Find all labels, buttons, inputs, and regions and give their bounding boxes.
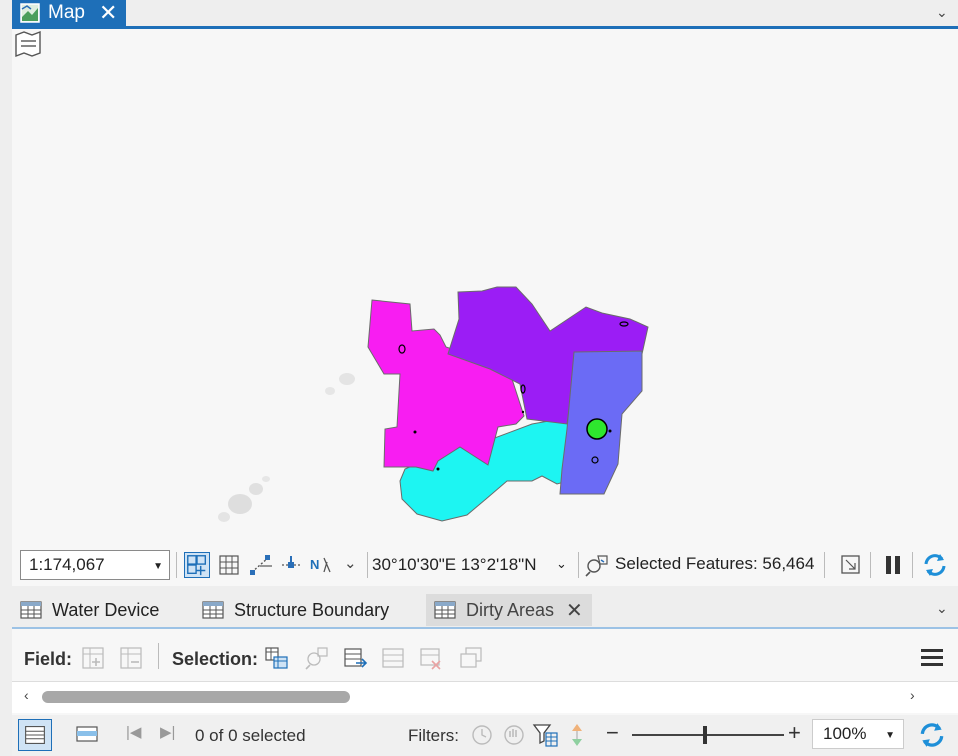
close-icon[interactable]: ✕ — [99, 2, 117, 24]
pause-icon[interactable] — [880, 552, 906, 578]
divider — [824, 552, 825, 578]
delete-selected-icon[interactable] — [418, 645, 444, 671]
last-record-icon[interactable]: ▶| — [160, 723, 175, 741]
range-filter-icon[interactable] — [502, 723, 526, 747]
chevron-down-icon[interactable]: ⌄ — [344, 554, 357, 572]
zoom-out-button[interactable]: − — [606, 720, 619, 746]
filters-label: Filters: — [408, 726, 459, 745]
snapping-grid-icon[interactable] — [184, 552, 210, 578]
map-canvas — [218, 286, 649, 522]
divider — [176, 552, 177, 578]
tab-water-device[interactable]: Water Device — [12, 594, 182, 626]
time-filter-icon[interactable] — [470, 723, 494, 747]
tab-dirty-areas[interactable]: Dirty Areas ✕ — [426, 594, 592, 626]
selected-features-count: Selected Features: 56,464 — [615, 554, 815, 573]
first-record-icon[interactable]: |◀ — [126, 723, 141, 741]
zoom-in-button[interactable]: + — [788, 720, 801, 746]
zoom-slider-handle[interactable] — [703, 726, 707, 744]
dropdown-arrow-icon: ▼ — [153, 561, 163, 572]
clear-selection-icon[interactable] — [380, 645, 406, 671]
table-icon — [434, 601, 456, 619]
table-tab-strip: Water Device Structure Boundary Dirty Ar… — [0, 592, 958, 626]
sort-arrows-icon[interactable] — [568, 721, 586, 749]
close-icon[interactable]: ✕ — [566, 598, 583, 623]
map-extent-icon[interactable] — [838, 552, 864, 578]
table-icon — [202, 601, 224, 619]
table-toolbar: Field: Selection: — [12, 633, 958, 679]
green-point-feature — [586, 418, 608, 440]
document-tab-strip: Map ✕ ⌄ — [0, 0, 958, 28]
scroll-left-icon[interactable]: ‹ — [24, 687, 29, 703]
scale-dropdown[interactable]: 1:174,067 ▼ — [20, 550, 170, 580]
filter-by-extent-icon[interactable] — [532, 721, 560, 749]
map-tab-label: Map — [48, 2, 85, 23]
add-field-icon[interactable] — [80, 645, 106, 671]
legend-icon[interactable] — [12, 29, 44, 57]
zoom-to-selection-icon[interactable] — [584, 552, 610, 578]
coordinate-format-dropdown[interactable]: ⌄ — [556, 556, 567, 572]
divider — [870, 552, 871, 578]
divider — [578, 552, 579, 578]
map-tab[interactable]: Map ✕ — [12, 0, 126, 26]
chevron-down-icon[interactable]: ⌄ — [936, 600, 948, 617]
divider — [912, 552, 913, 578]
show-all-records-icon[interactable] — [18, 719, 52, 751]
switch-selection-icon[interactable] — [342, 645, 368, 671]
divider — [367, 552, 368, 578]
zoom-to-icon[interactable] — [304, 645, 330, 671]
map-icon — [20, 3, 40, 23]
grid-icon[interactable] — [216, 552, 242, 578]
scale-value: 1:174,067 — [29, 555, 105, 574]
zoom-slider-track[interactable] — [632, 734, 784, 736]
tab-label: Structure Boundary — [234, 599, 390, 620]
copy-selected-icon[interactable] — [458, 645, 484, 671]
calculate-field-icon[interactable] — [118, 645, 144, 671]
show-selected-records-icon[interactable] — [70, 719, 104, 751]
tab-label: Dirty Areas — [466, 599, 555, 620]
constraints-icon[interactable] — [248, 552, 274, 578]
north-arrow-icon[interactable]: N — [308, 552, 334, 578]
table-icon — [20, 601, 42, 619]
attribute-table-panel: Field: Selection: ‹ › |◀ ▶| 0 of 0 selec… — [12, 627, 958, 756]
tab-structure-boundary[interactable]: Structure Boundary — [194, 594, 408, 626]
scroll-right-icon[interactable]: › — [910, 687, 915, 703]
divider — [158, 643, 159, 669]
menu-icon[interactable] — [920, 647, 944, 667]
dropdown-arrow-icon: ▼ — [885, 730, 895, 741]
selection-label: Selection: — [172, 649, 259, 669]
field-label: Field: — [24, 649, 72, 669]
map-status-bar: 1:174,067 ▼ N ⌄ 30°10'30"E 13°2'18"N ⌄ S… — [12, 546, 958, 586]
horizontal-scrollbar[interactable]: ‹ › — [12, 685, 958, 709]
refresh-icon[interactable] — [922, 552, 948, 578]
refresh-icon[interactable] — [918, 721, 946, 749]
tab-label: Water Device — [52, 599, 160, 620]
zoom-dropdown[interactable]: 100% ▼ — [812, 719, 904, 749]
select-by-attributes-icon[interactable] — [264, 645, 290, 671]
chevron-down-icon[interactable]: ⌄ — [936, 4, 948, 21]
measure-icon[interactable] — [278, 552, 304, 578]
scrollbar-thumb[interactable] — [42, 691, 350, 703]
svg-text:N: N — [310, 557, 319, 572]
coordinates-readout: 30°10'30"E 13°2'18"N — [372, 555, 537, 574]
table-status-bar: |◀ ▶| 0 of 0 selected Filters: − + 100% … — [12, 715, 958, 756]
zoom-value: 100% — [823, 724, 867, 743]
map-view[interactable] — [12, 26, 958, 546]
selection-count: 0 of 0 selected — [195, 726, 306, 745]
